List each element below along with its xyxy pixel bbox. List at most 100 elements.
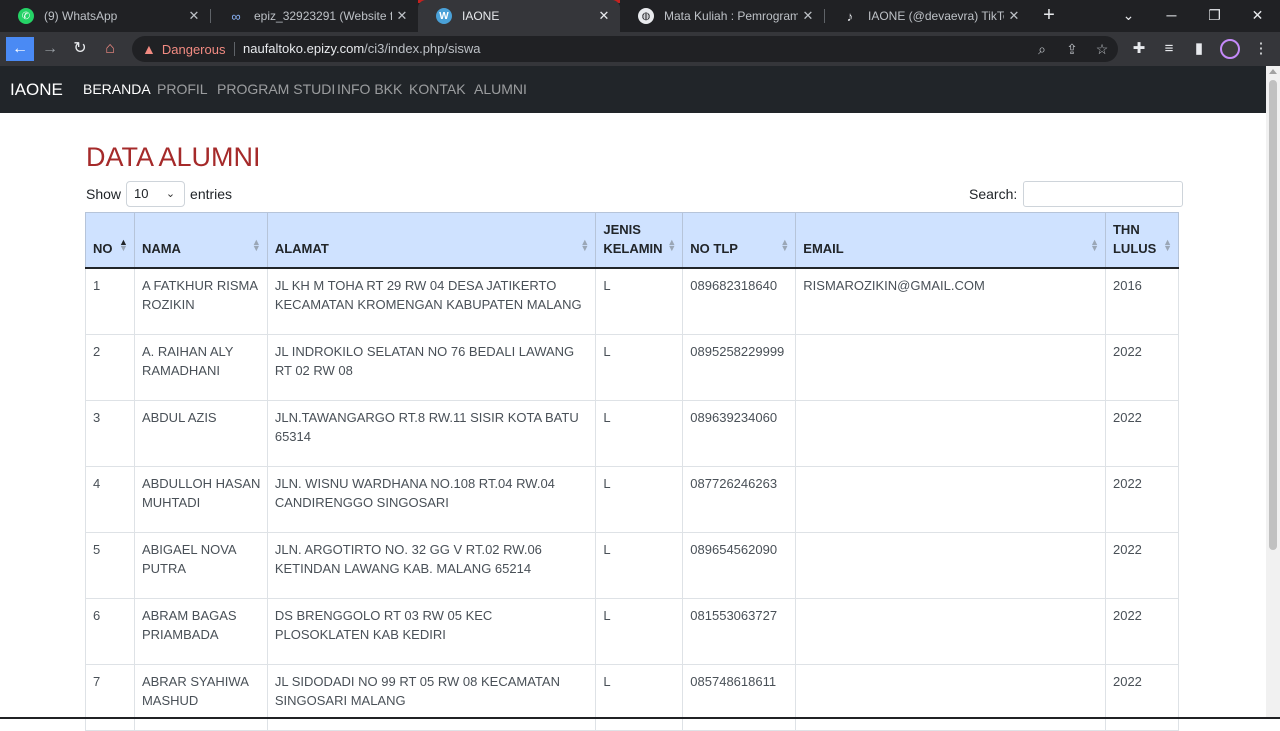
cell-no: 7 <box>85 663 135 731</box>
cell-no-tlp: 089682318640 <box>682 267 797 335</box>
restore-icon[interactable]: ❐ <box>1193 0 1236 32</box>
security-indicator[interactable]: ▲ Dangerous <box>142 36 225 62</box>
close-icon[interactable]: ✕ <box>186 8 202 24</box>
tiktok-icon: ♪ <box>846 8 854 24</box>
side-panel-icon[interactable]: ▮ <box>1187 37 1211 61</box>
table-row: 1 A FATKHUR RISMA ROZIKIN JL KH M TOHA R… <box>85 267 1180 335</box>
reload-icon[interactable]: ↻ <box>68 37 92 61</box>
tab-iaone[interactable]: W IAONE ✕ <box>418 0 620 32</box>
header-label: THN LULUS <box>1112 222 1157 256</box>
cell-no: 6 <box>85 597 135 665</box>
column-header-jenis-kelamin[interactable]: JENIS KELAMIN ▲ ▼ <box>595 212 684 269</box>
cell-alamat: JLN.TAWANGARGO RT.8 RW.11 SISIR KOTA BAT… <box>266 399 597 467</box>
minimize-icon[interactable]: ─ <box>1150 0 1193 32</box>
scrollbar-thumb[interactable] <box>1269 80 1277 550</box>
close-icon[interactable]: ✕ <box>394 8 410 24</box>
cell-no-tlp: 085748618611 <box>682 663 797 731</box>
sort-icon: ▲ ▼ <box>1090 237 1099 253</box>
search-input[interactable] <box>1023 181 1184 207</box>
cell-nama: ABDULLOH HASAN MUHTADI <box>133 465 268 533</box>
column-header-thn-lulus[interactable]: THN LULUS ▲ ▼ <box>1104 212 1180 269</box>
table-row: 4 ABDULLOH HASAN MUHTADI JLN. WISNU WARD… <box>85 465 1180 533</box>
nav-link-beranda[interactable]: BERANDA <box>83 66 151 112</box>
header-label: NO <box>93 241 113 256</box>
cell-jenis-kelamin: L <box>595 531 684 599</box>
cell-no-tlp: 081553063727 <box>682 597 797 665</box>
column-header-no[interactable]: NO ▲ ▼ <box>85 212 135 269</box>
table-search: Search: <box>969 181 1184 207</box>
bookmark-star-icon[interactable]: ☆ <box>1090 37 1114 61</box>
entries-select[interactable]: 10 ⌄ <box>126 181 186 207</box>
nav-link-kontak[interactable]: KONTAK <box>409 66 466 112</box>
page-title: DATA ALUMNI <box>86 142 261 172</box>
cell-alamat: JLN. WISNU WARDHANA NO.108 RT.04 RW.04 C… <box>266 465 597 533</box>
nav-link-alumni[interactable]: ALUMNI <box>474 66 527 112</box>
tab-tiktok[interactable]: ♪ IAONE (@devaevra) TikTok | ✕ <box>824 0 1030 32</box>
tab-label: IAONE (@devaevra) TikTok | <box>868 9 1004 23</box>
close-icon[interactable]: ✕ <box>1006 8 1022 24</box>
forward-arrow-icon[interactable]: → <box>38 37 62 61</box>
cell-jenis-kelamin: L <box>595 267 684 335</box>
column-header-email[interactable]: EMAIL ▲ ▼ <box>795 212 1106 269</box>
omnibox-divider <box>234 42 235 56</box>
cell-no: 3 <box>85 399 135 467</box>
infinity-icon: ∞ <box>231 8 241 24</box>
page-scrollbar[interactable] <box>1266 66 1280 719</box>
media-queue-icon[interactable]: ≡ <box>1157 37 1181 61</box>
url-host: naufaltoko.epizy.com <box>243 41 365 56</box>
cell-email <box>795 663 1106 731</box>
tab-label: epiz_32923291 (Website for <box>254 9 392 23</box>
table-header-row: NO ▲ ▼ NAMA ▲ ▼ ALAMAT ▲ ▼ JENIS KELAMIN ▲ ▼ NO … <box>85 212 1180 269</box>
zoom-icon[interactable]: ⌕ <box>1030 37 1054 61</box>
nav-link-profil[interactable]: PROFIL <box>157 66 208 112</box>
scroll-up-arrow-icon[interactable] <box>1269 69 1277 74</box>
header-label: NO TLP <box>690 241 738 256</box>
header-label: EMAIL <box>803 241 844 256</box>
close-icon[interactable]: ✕ <box>800 8 816 24</box>
nav-link-program-studi[interactable]: PROGRAM STUDI <box>217 66 335 112</box>
cell-email <box>795 531 1106 599</box>
column-header-no-tlp[interactable]: NO TLP ▲ ▼ <box>682 212 797 269</box>
new-tab-plus-icon[interactable]: + <box>1038 4 1060 26</box>
window-close-icon[interactable]: ✕ <box>1236 0 1279 32</box>
cell-email <box>795 597 1106 665</box>
cell-thn-lulus: 2022 <box>1104 465 1180 533</box>
column-header-nama[interactable]: NAMA ▲ ▼ <box>133 212 268 269</box>
warning-triangle-icon: ▲ <box>142 41 156 57</box>
wordpress-icon: W <box>436 8 452 24</box>
close-icon[interactable]: ✕ <box>596 8 612 24</box>
cell-nama: ABDUL AZIS <box>133 399 268 467</box>
extensions-puzzle-icon[interactable]: ✚ <box>1127 37 1151 61</box>
cell-email: RISMAROZIKIN@GMAIL.COM <box>795 267 1106 335</box>
home-icon[interactable]: ⌂ <box>98 37 122 61</box>
menu-kebab-icon[interactable]: ⋮ <box>1249 37 1273 61</box>
security-label: Dangerous <box>161 41 226 57</box>
tab-whatsapp[interactable]: ✆ (9) WhatsApp ✕ <box>0 0 210 32</box>
cell-jenis-kelamin: L <box>595 465 684 533</box>
browser-toolbar: ← → ↻ ⌂ ▲ Dangerous naufaltoko.epizy.com… <box>0 32 1280 66</box>
url-text[interactable]: naufaltoko.epizy.com/ci3/index.php/siswa <box>243 36 481 62</box>
tab-search-chevron-icon[interactable]: ⌄ <box>1107 0 1150 32</box>
sort-icon: ▲ ▼ <box>580 237 590 253</box>
cell-nama: ABRAR SYAHIWA MASHUD <box>133 663 268 731</box>
profile-avatar[interactable] <box>1220 39 1240 59</box>
back-arrow-icon[interactable]: ← <box>6 37 34 61</box>
cell-no-tlp: 0895258229999 <box>682 333 797 401</box>
sort-icon: ▲ ▼ <box>780 237 790 253</box>
cell-jenis-kelamin: L <box>595 597 684 665</box>
site-navbar: IAONE BERANDA PROFIL PROGRAM STUDI INFO … <box>0 66 1266 113</box>
sort-asc-icon: ▲ ▼ <box>119 237 128 253</box>
cell-alamat: DS BRENGGOLO RT 03 RW 05 KEC PLOSOKLATEN… <box>266 597 597 665</box>
share-icon[interactable]: ⇪ <box>1060 37 1084 61</box>
site-brand[interactable]: IAONE <box>10 66 63 113</box>
tab-epiz[interactable]: ∞ epiz_32923291 (Website for ✕ <box>210 0 418 32</box>
cell-no-tlp: 089654562090 <box>682 531 797 599</box>
nav-link-info-bkk[interactable]: INFO BKK <box>337 66 402 112</box>
cell-no: 4 <box>85 465 135 533</box>
tab-mata-kuliah[interactable]: ◍ Mata Kuliah : Pemrograman ✕ <box>620 0 824 32</box>
column-header-alamat[interactable]: ALAMAT ▲ ▼ <box>266 212 597 269</box>
cell-alamat: JL SIDODADI NO 99 RT 05 RW 08 KECAMATAN … <box>266 663 597 731</box>
table-row: 3 ABDUL AZIS JLN.TAWANGARGO RT.8 RW.11 S… <box>85 399 1180 467</box>
address-bar[interactable]: ▲ Dangerous naufaltoko.epizy.com/ci3/ind… <box>132 36 1118 62</box>
cell-thn-lulus: 2022 <box>1104 399 1180 467</box>
